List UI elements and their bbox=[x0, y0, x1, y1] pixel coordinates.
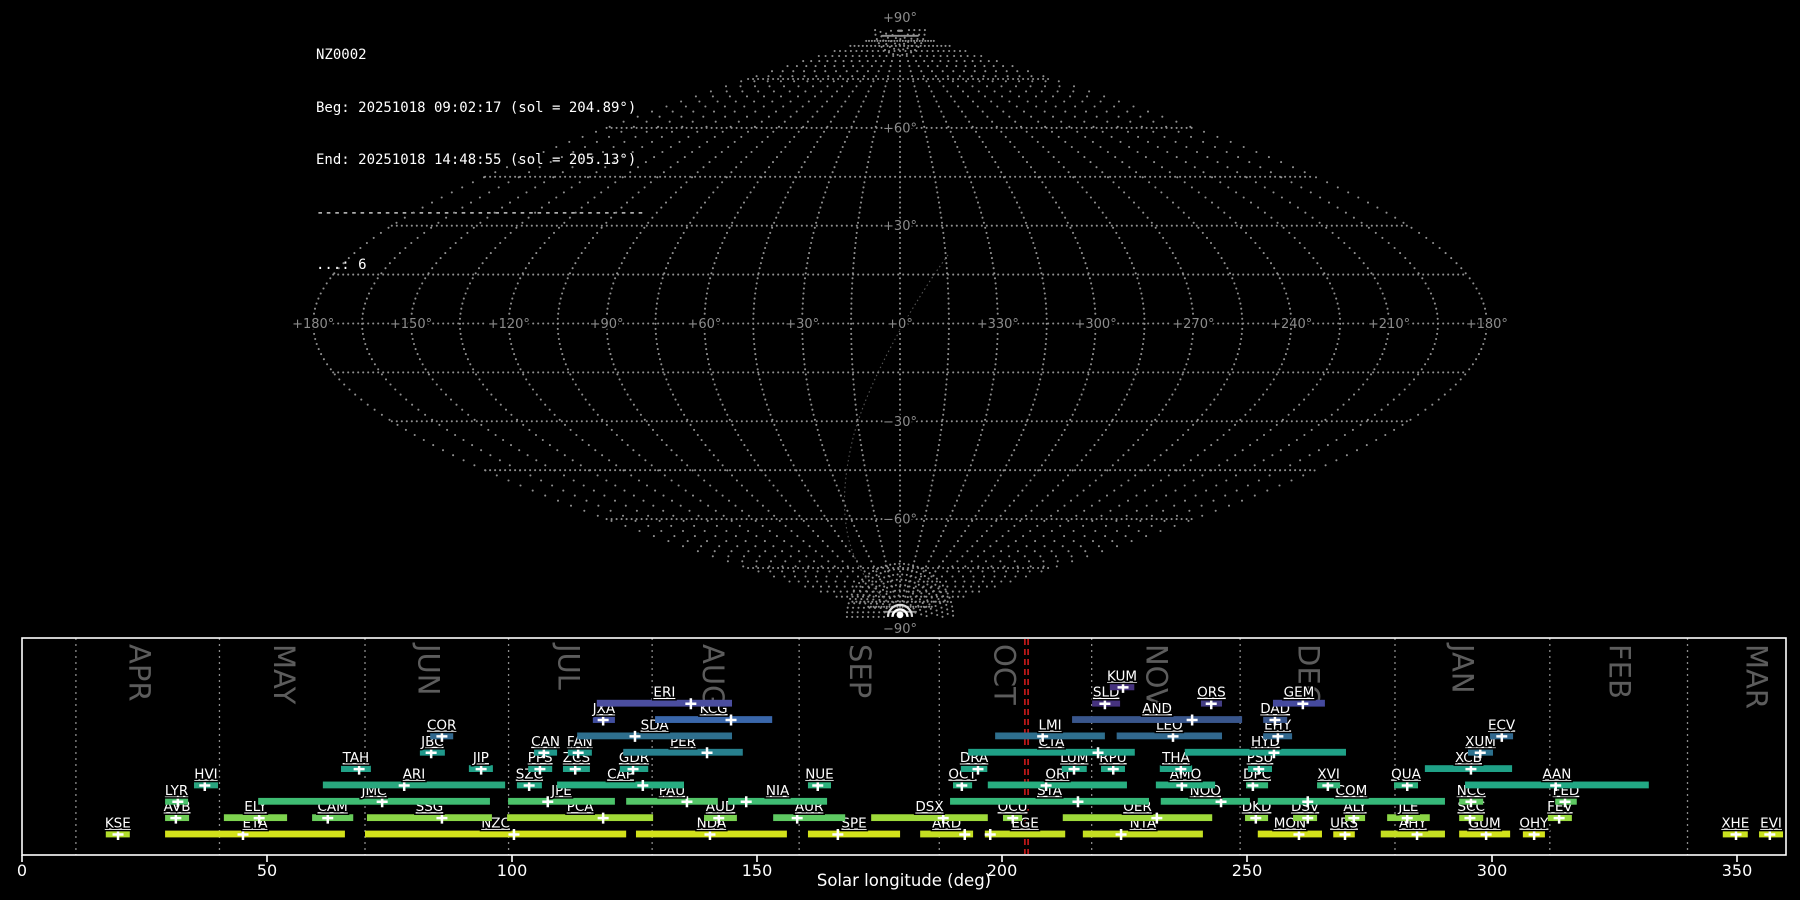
shower-bar-NOO bbox=[1160, 797, 1250, 805]
month-label: JAN bbox=[1446, 642, 1480, 694]
shower-bar-LMI bbox=[995, 732, 1105, 740]
shower-bar-ARI bbox=[322, 781, 506, 789]
x-tick-label: 250 bbox=[1232, 861, 1263, 880]
x-tick-label: 100 bbox=[497, 861, 528, 880]
x-axis-title: Solar longitude (deg) bbox=[817, 871, 991, 890]
shower-label-COM: COM bbox=[1336, 783, 1368, 799]
month-label: MAY bbox=[267, 644, 301, 705]
month-label: SEP bbox=[843, 644, 877, 698]
shower-bar-SPE bbox=[807, 830, 901, 838]
month-label: FEB bbox=[1602, 644, 1636, 699]
shower-bar-AUR bbox=[773, 814, 846, 822]
equator-lon-label: +210° bbox=[1368, 317, 1410, 332]
shower-label-HVI: HVI bbox=[194, 766, 217, 782]
activity-timeline: APR MAY JUN JUL AUG SEP OCT NOV DEC JAN FEB MARKSE E… bbox=[17, 637, 1787, 890]
shower-bar-AND bbox=[1072, 716, 1243, 723]
lat-label: −90° bbox=[883, 622, 917, 637]
shower-label-XHE: XHE bbox=[1721, 816, 1749, 832]
reference-curve bbox=[843, 254, 949, 611]
shower-bar-NTA bbox=[1082, 830, 1203, 838]
shower-label-KUM: KUM bbox=[1107, 668, 1137, 684]
shower-label-ECV: ECV bbox=[1488, 717, 1516, 733]
shower-bar-CAP bbox=[557, 781, 684, 789]
shower-bar-NZC bbox=[365, 830, 627, 838]
shower-bar-COM bbox=[1257, 797, 1445, 805]
equator-lon-label: +270° bbox=[1172, 317, 1214, 332]
shower-label-JIP: JIP bbox=[472, 750, 489, 766]
month-label: APR bbox=[123, 644, 157, 701]
shower-label-NIA: NIA bbox=[766, 783, 790, 799]
shower-bar-PCA bbox=[507, 814, 654, 822]
lat-label: +60° bbox=[883, 121, 917, 136]
shower-bar-DSX bbox=[871, 814, 988, 822]
equator-lon-label: +120° bbox=[488, 317, 530, 332]
equator-lon-label: +330° bbox=[977, 317, 1019, 332]
lat-label: +30° bbox=[883, 219, 917, 234]
shower-label-ORS: ORS bbox=[1197, 685, 1226, 701]
shower-label-KSE: KSE bbox=[105, 816, 131, 832]
month-label: OCT bbox=[987, 644, 1021, 705]
shower-label-CAN: CAN bbox=[531, 734, 560, 750]
shower-label-AAN: AAN bbox=[1542, 766, 1571, 782]
shower-label-ERI: ERI bbox=[653, 685, 675, 701]
shower-bar-STA bbox=[950, 797, 1149, 805]
shower-bar-EGE bbox=[984, 830, 1066, 838]
shower-bar-SSG bbox=[366, 814, 492, 822]
shower-bar-ERI bbox=[596, 699, 733, 707]
sky-projection: +180° +150° +120° +90° +60° +30° +0° +330° +300°… bbox=[290, 9, 1510, 639]
lat-label: −60° bbox=[883, 513, 917, 528]
meteor-shower-plot: +180° +150° +120° +90° +60° +30° +0° +330° +300°… bbox=[17, 9, 1787, 890]
shower-bar-JMC bbox=[258, 797, 490, 805]
month-label: JUL bbox=[551, 642, 585, 690]
equator-lon-label: +60° bbox=[687, 317, 721, 332]
shower-label-XVI: XVI bbox=[1317, 766, 1339, 782]
shower-label-EVI: EVI bbox=[1760, 816, 1782, 832]
equator-lon-label: +0° bbox=[887, 317, 913, 332]
shower-bar-SDA bbox=[577, 732, 733, 740]
equator-lon-label: +180° bbox=[1466, 317, 1508, 332]
lat-label: +90° bbox=[883, 11, 917, 26]
pole-marker-core bbox=[896, 611, 904, 619]
equator-lon-label: +30° bbox=[785, 317, 819, 332]
x-tick-label: 200 bbox=[987, 861, 1018, 880]
shower-bar-PER bbox=[623, 748, 743, 756]
x-tick-label: 150 bbox=[742, 861, 773, 880]
equator-lon-label: +90° bbox=[590, 317, 624, 332]
x-tick-label: 300 bbox=[1477, 861, 1508, 880]
app-root: NZ0002 Beg: 20251018 09:02:17 (sol = 204… bbox=[0, 0, 1800, 900]
equator-lon-label: +240° bbox=[1270, 317, 1312, 332]
month-label: JUN bbox=[412, 642, 446, 695]
equator-lon-label: +180° bbox=[292, 317, 334, 332]
shower-label-NUE: NUE bbox=[805, 766, 834, 782]
shower-label-TAH: TAH bbox=[342, 750, 370, 766]
x-tick-label: 350 bbox=[1722, 861, 1753, 880]
shower-label-COR: COR bbox=[427, 717, 456, 733]
shower-label-ARI: ARI bbox=[403, 766, 426, 782]
shower-bar-CTA bbox=[968, 748, 1135, 756]
lat-label: −30° bbox=[883, 415, 917, 430]
shower-bar-JPE bbox=[508, 797, 615, 805]
month-label: AUG bbox=[696, 644, 730, 708]
month-label: NOV bbox=[1139, 644, 1173, 708]
shower-bar-OER bbox=[1062, 814, 1213, 822]
shower-label-AND: AND bbox=[1142, 701, 1172, 717]
shower-bar-MON bbox=[1257, 830, 1322, 838]
shower-bar-PAU bbox=[626, 797, 718, 805]
shower-label-GEM: GEM bbox=[1284, 685, 1315, 701]
shower-bar-ORI bbox=[987, 781, 1127, 789]
shower-label-DSX: DSX bbox=[915, 799, 943, 815]
shower-label-OHY: OHY bbox=[1519, 816, 1549, 832]
equator-lon-label: +300° bbox=[1074, 317, 1116, 332]
shower-bar-KCG bbox=[655, 716, 773, 723]
x-tick-label: 0 bbox=[17, 861, 27, 880]
shower-bar-HYD bbox=[1184, 748, 1346, 756]
shower-label-LYR: LYR bbox=[165, 783, 188, 799]
shower-bar-ETA bbox=[165, 830, 345, 838]
shower-label-LMI: LMI bbox=[1038, 717, 1061, 733]
month-label: MAR bbox=[1740, 644, 1774, 709]
shower-label-QUA: QUA bbox=[1391, 766, 1422, 782]
equator-lon-label: +150° bbox=[390, 317, 432, 332]
x-tick-label: 50 bbox=[257, 861, 277, 880]
